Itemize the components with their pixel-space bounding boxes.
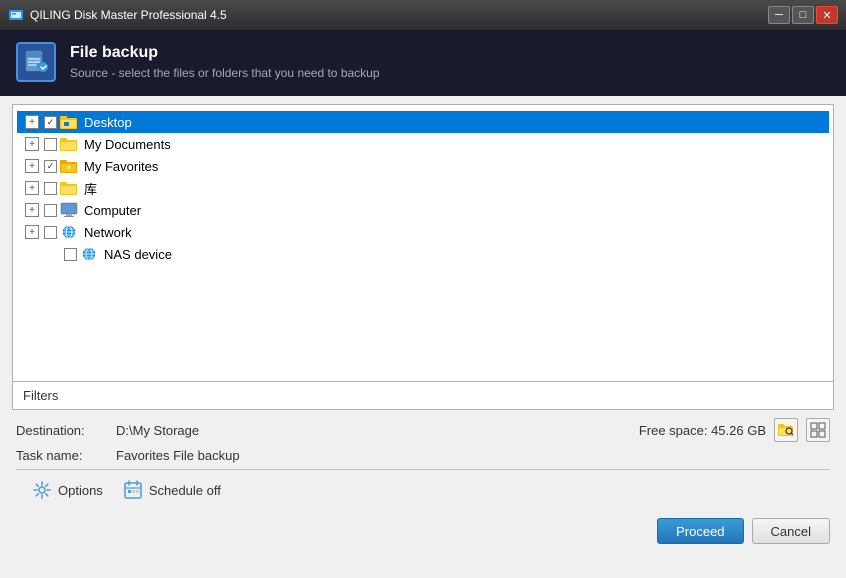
mydocuments-folder-icon xyxy=(60,136,78,152)
options-icon xyxy=(32,480,52,500)
destination-label: Destination: xyxy=(16,423,116,438)
checkbox-ku[interactable] xyxy=(44,182,57,195)
schedule-icon xyxy=(123,480,143,500)
tree-label-myfavorites: My Favorites xyxy=(84,159,158,174)
header-section: File backup Source - select the files or… xyxy=(0,30,846,96)
actions-row: Options Schedule off xyxy=(16,474,830,500)
computer-icon xyxy=(60,202,78,218)
tree-label-desktop: Desktop xyxy=(84,115,132,130)
expand-computer[interactable]: + xyxy=(25,203,39,217)
window-controls: ─ □ ✕ xyxy=(768,6,838,24)
grid-view-button[interactable] xyxy=(806,418,830,442)
proceed-button[interactable]: Proceed xyxy=(657,518,743,544)
checkbox-myfavorites[interactable]: ✓ xyxy=(44,160,57,173)
myfavorites-folder-icon xyxy=(60,158,78,174)
options-label: Options xyxy=(58,483,103,498)
free-space-section: Free space: 45.26 GB xyxy=(639,418,830,442)
footer: Proceed Cancel xyxy=(0,508,846,554)
destination-row: Destination: D:\My Storage Free space: 4… xyxy=(16,418,830,442)
tree-item-nas[interactable]: NAS device xyxy=(17,243,829,265)
options-action[interactable]: Options xyxy=(32,480,103,500)
header-title: File backup xyxy=(70,44,380,62)
file-tree: + ✓ Desktop + xyxy=(13,105,833,271)
header-text: File backup Source - select the files or… xyxy=(70,44,380,80)
checkbox-mydocuments[interactable] xyxy=(44,138,57,151)
app-icon xyxy=(8,7,24,23)
free-space-text: Free space: 45.26 GB xyxy=(639,423,766,438)
tree-item-computer[interactable]: + Computer xyxy=(17,199,829,221)
file-backup-icon xyxy=(23,49,49,75)
tree-item-ku[interactable]: + 库 xyxy=(17,177,829,199)
checkbox-nas[interactable] xyxy=(64,248,77,261)
file-tree-container[interactable]: + ✓ Desktop + xyxy=(12,104,834,382)
bottom-section: Destination: D:\My Storage Free space: 4… xyxy=(0,410,846,508)
tree-label-computer: Computer xyxy=(84,203,141,218)
tree-item-myfavorites[interactable]: + ✓ My Favorites xyxy=(17,155,829,177)
tree-item-desktop[interactable]: + ✓ Desktop xyxy=(17,111,829,133)
checkbox-network[interactable] xyxy=(44,226,57,239)
expand-network[interactable]: + xyxy=(25,225,39,239)
network-icon xyxy=(60,224,78,240)
nas-icon xyxy=(80,246,98,262)
tree-item-mydocuments[interactable]: + My Documents xyxy=(17,133,829,155)
task-name-label: Task name: xyxy=(16,448,116,463)
tree-label-nas: NAS device xyxy=(104,247,172,262)
schedule-action[interactable]: Schedule off xyxy=(123,480,221,500)
ku-folder-icon xyxy=(60,180,78,196)
cancel-button[interactable]: Cancel xyxy=(752,518,830,544)
tree-label-ku: 库 xyxy=(84,179,97,198)
schedule-label: Schedule off xyxy=(149,483,221,498)
checkbox-desktop[interactable]: ✓ xyxy=(44,116,57,129)
maximize-button[interactable]: □ xyxy=(792,6,814,24)
tree-label-mydocuments: My Documents xyxy=(84,137,171,152)
close-button[interactable]: ✕ xyxy=(816,6,838,24)
checkbox-computer[interactable] xyxy=(44,204,57,217)
expand-ku[interactable]: + xyxy=(25,181,39,195)
task-name-row: Task name: Favorites File backup xyxy=(16,448,830,463)
desktop-folder-icon xyxy=(60,114,78,130)
expand-myfavorites[interactable]: + xyxy=(25,159,39,173)
title-bar: QILING Disk Master Professional 4.5 ─ □ … xyxy=(0,0,846,30)
expand-mydocuments[interactable]: + xyxy=(25,137,39,151)
divider xyxy=(16,469,830,470)
task-name-value: Favorites File backup xyxy=(116,448,240,463)
filters-bar: Filters xyxy=(12,382,834,410)
expand-desktop[interactable]: + xyxy=(25,115,39,129)
header-subtitle: Source - select the files or folders tha… xyxy=(70,66,380,80)
header-icon-box xyxy=(16,42,56,82)
minimize-button[interactable]: ─ xyxy=(768,6,790,24)
window-title: QILING Disk Master Professional 4.5 xyxy=(30,8,762,22)
tree-label-network: Network xyxy=(84,225,132,240)
tree-item-network[interactable]: + Network xyxy=(17,221,829,243)
folder-browse-button[interactable] xyxy=(774,418,798,442)
destination-value: D:\My Storage xyxy=(116,423,199,438)
filters-label: Filters xyxy=(23,388,58,403)
